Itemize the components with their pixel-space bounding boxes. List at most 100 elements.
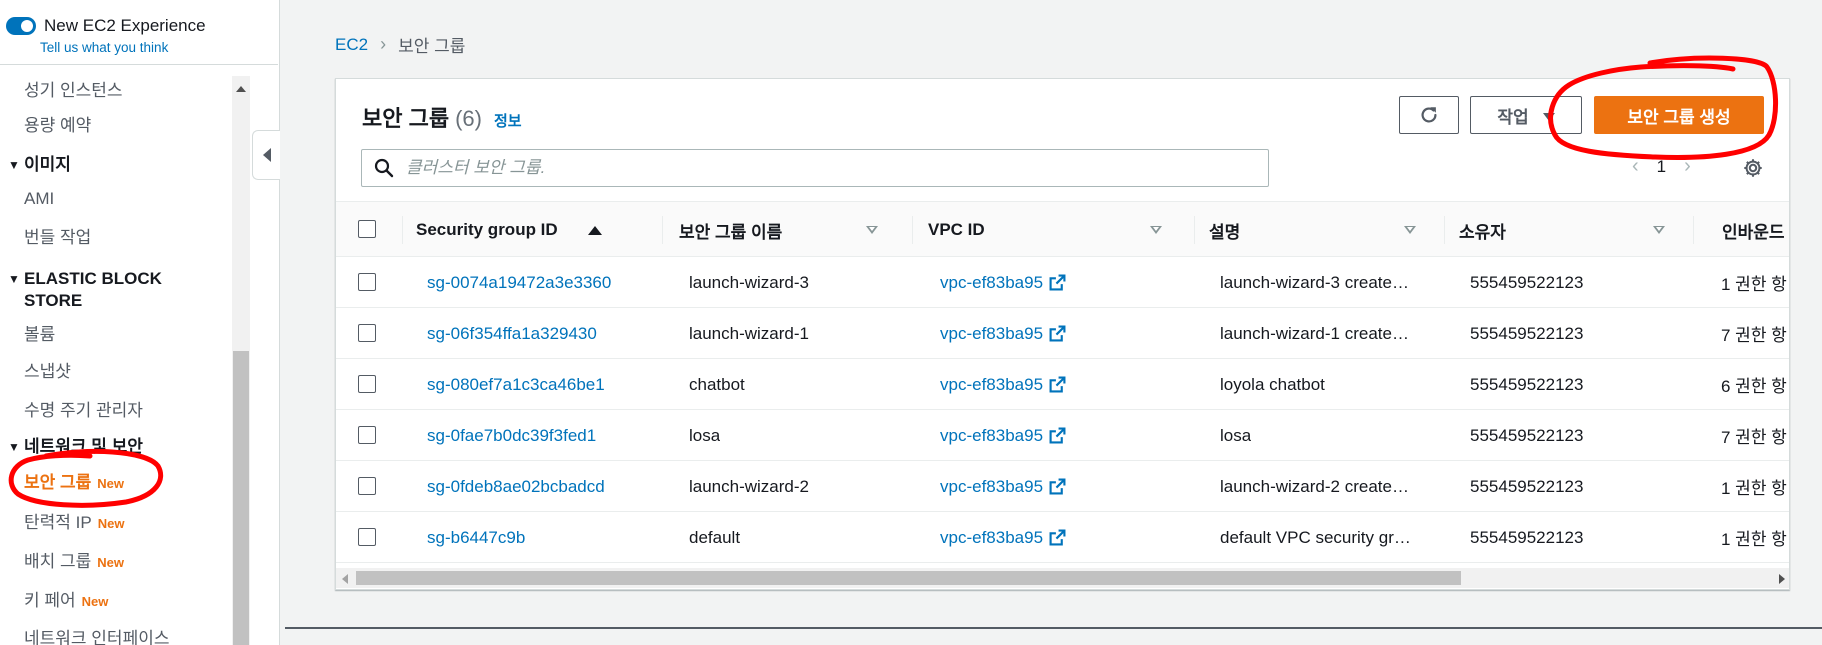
security-group-id-link[interactable]: sg-0fae7b0dc39f3fed1 — [427, 410, 596, 461]
scrollbar-thumb[interactable] — [356, 571, 1461, 585]
breadcrumb-current: 보안 그룹 — [398, 37, 466, 56]
table-row[interactable]: sg-0fae7b0dc39f3fed1 losa vpc-ef83ba95 l… — [336, 410, 1789, 461]
sort-ascending-icon[interactable] — [588, 226, 602, 235]
caret-down-icon: ▼ — [8, 272, 20, 286]
table-row[interactable]: sg-b6447c9b default vpc-ef83ba95 default… — [336, 512, 1789, 563]
table-row[interactable]: sg-06f354ffa1a329430 launch-wizard-1 vpc… — [336, 308, 1789, 359]
refresh-button[interactable] — [1399, 96, 1459, 134]
nav-security-groups[interactable]: 보안 그룹 New — [24, 468, 124, 493]
nav-snapshots[interactable]: 스냅샷 — [24, 357, 71, 382]
security-group-id-link[interactable]: sg-b6447c9b — [427, 512, 525, 563]
column-header-description[interactable]: 설명 — [1209, 202, 1424, 258]
section-title: 이미지 — [24, 155, 71, 174]
new-badge: New — [81, 594, 109, 609]
row-checkbox[interactable] — [358, 528, 376, 546]
nav-spot-instances[interactable]: 성기 인스턴스 — [24, 76, 123, 101]
new-experience-toggle[interactable] — [6, 17, 36, 35]
table-row[interactable]: sg-0074a19472a3e3360 launch-wizard-3 vpc… — [336, 257, 1789, 308]
group-name: launch-wizard-1 — [689, 323, 809, 343]
security-group-id-link[interactable]: sg-0fdeb8ae02bcbadcd — [427, 461, 605, 512]
search-input[interactable] — [406, 158, 1226, 178]
vpc-id-link[interactable]: vpc-ef83ba95 — [940, 359, 1066, 410]
group-name: losa — [689, 425, 721, 445]
collapse-sidebar-button[interactable] — [252, 130, 280, 180]
new-badge: New — [97, 516, 125, 531]
nav-elastic-ips[interactable]: 탄력적 IP New — [24, 508, 124, 533]
column-divider — [1693, 216, 1694, 244]
column-header-security-group-id[interactable]: Security group ID — [416, 202, 621, 258]
external-link-icon — [1049, 478, 1066, 495]
chevron-left-icon — [262, 148, 271, 162]
scrollbar-thumb[interactable] — [233, 351, 249, 645]
feedback-link[interactable]: Tell us what you think — [40, 40, 168, 55]
search-bar[interactable] — [361, 149, 1269, 187]
inbound-rules: 7 권한 항 — [1721, 326, 1787, 345]
vpc-id-link[interactable]: vpc-ef83ba95 — [940, 461, 1066, 512]
nav-section-network-security[interactable]: ▼ 네트워크 및 보안 — [8, 436, 184, 458]
row-checkbox[interactable] — [358, 324, 376, 342]
vpc-id-link[interactable]: vpc-ef83ba95 — [940, 257, 1066, 308]
nav-network-interfaces[interactable]: 네트워크 인터페이스 — [24, 624, 169, 645]
scroll-left-arrow-icon[interactable] — [342, 574, 348, 584]
pagination: ‹ 1 › — [1614, 155, 1709, 178]
column-header-label: 보안 그룹 이름 — [679, 222, 783, 242]
nav-capacity-reservations[interactable]: 용량 예약 — [24, 111, 91, 136]
breadcrumb: EC2 › 보안 그룹 — [335, 32, 465, 57]
page-number[interactable]: 1 — [1657, 157, 1666, 177]
external-link-icon — [1049, 529, 1066, 546]
sort-icon[interactable] — [866, 226, 878, 234]
row-checkbox[interactable] — [358, 375, 376, 393]
select-all-checkbox[interactable] — [358, 220, 376, 238]
nav-lifecycle-manager[interactable]: 수명 주기 관리자 — [24, 396, 143, 421]
owner: 555459522123 — [1470, 272, 1584, 292]
table-horizontal-scrollbar[interactable] — [336, 568, 1789, 588]
actions-dropdown-button[interactable]: 작업 — [1470, 96, 1582, 134]
nav-placement-groups[interactable]: 배치 그룹 New — [24, 547, 124, 572]
scroll-up-arrow-icon[interactable] — [236, 86, 246, 92]
row-checkbox[interactable] — [358, 273, 376, 291]
row-checkbox[interactable] — [358, 477, 376, 495]
table-row[interactable]: sg-080ef7a1c3ca46be1 chatbot vpc-ef83ba9… — [336, 359, 1789, 410]
owner: 555459522123 — [1470, 323, 1584, 343]
nav-key-pairs[interactable]: 키 페어 New — [24, 586, 108, 611]
scroll-right-arrow-icon[interactable] — [1779, 574, 1785, 584]
panel-header: 보안 그룹 (6) 정보 — [362, 101, 522, 133]
create-security-group-button[interactable]: 보안 그룹 생성 — [1594, 96, 1764, 134]
security-group-id-link[interactable]: sg-0074a19472a3e3360 — [427, 257, 611, 308]
security-groups-panel: 보안 그룹 (6) 정보 작업 보안 그룹 생성 ‹ 1 › — [335, 78, 1790, 590]
vpc-id-link[interactable]: vpc-ef83ba95 — [940, 308, 1066, 359]
next-page-icon[interactable]: › — [1684, 155, 1691, 178]
sort-icon[interactable] — [1404, 226, 1416, 234]
nav-section-images[interactable]: ▼ 이미지 — [8, 154, 184, 176]
nav-section-ebs[interactable]: ▼ ELASTIC BLOCK STORE — [8, 268, 184, 312]
description: launch-wizard-2 create… — [1220, 476, 1409, 496]
table-row[interactable]: sg-0fdeb8ae02bcbadcd launch-wizard-2 vpc… — [336, 461, 1789, 512]
sort-icon[interactable] — [1150, 226, 1162, 234]
row-checkbox[interactable] — [358, 426, 376, 444]
column-header-group-name[interactable]: 보안 그룹 이름 — [679, 202, 894, 258]
vpc-id-link[interactable]: vpc-ef83ba95 — [940, 512, 1066, 563]
nav-volumes[interactable]: 볼륨 — [24, 320, 55, 345]
sidebar-scrollbar[interactable] — [232, 76, 250, 645]
column-header-inbound-rules[interactable]: 인바운드 — [1722, 202, 1789, 258]
nav-ami[interactable]: AMI — [24, 189, 54, 209]
vpc-id-link[interactable]: vpc-ef83ba95 — [940, 410, 1066, 461]
sort-icon[interactable] — [1653, 226, 1665, 234]
column-divider — [912, 216, 913, 244]
new-experience-toggle-row[interactable]: New EC2 Experience — [6, 16, 206, 36]
table-header: Security group ID 보안 그룹 이름 VPC ID 설명 소유자… — [336, 201, 1789, 258]
nav-label: 보안 그룹 — [24, 473, 92, 492]
column-header-owner[interactable]: 소유자 — [1459, 202, 1674, 258]
column-header-vpc-id[interactable]: VPC ID — [928, 202, 1162, 258]
side-navigation: New EC2 Experience Tell us what you thin… — [0, 0, 280, 645]
security-group-id-link[interactable]: sg-080ef7a1c3ca46be1 — [427, 359, 605, 410]
nav-bundle-tasks[interactable]: 번들 작업 — [24, 223, 91, 248]
gear-icon[interactable] — [1738, 153, 1768, 183]
column-divider — [662, 216, 663, 244]
breadcrumb-ec2-link[interactable]: EC2 — [335, 35, 368, 55]
inbound-rules: 6 권한 항 — [1721, 377, 1787, 396]
security-group-id-link[interactable]: sg-06f354ffa1a329430 — [427, 308, 597, 359]
previous-page-icon[interactable]: ‹ — [1632, 155, 1639, 178]
group-name: launch-wizard-3 — [689, 272, 809, 292]
info-link[interactable]: 정보 — [494, 110, 522, 131]
